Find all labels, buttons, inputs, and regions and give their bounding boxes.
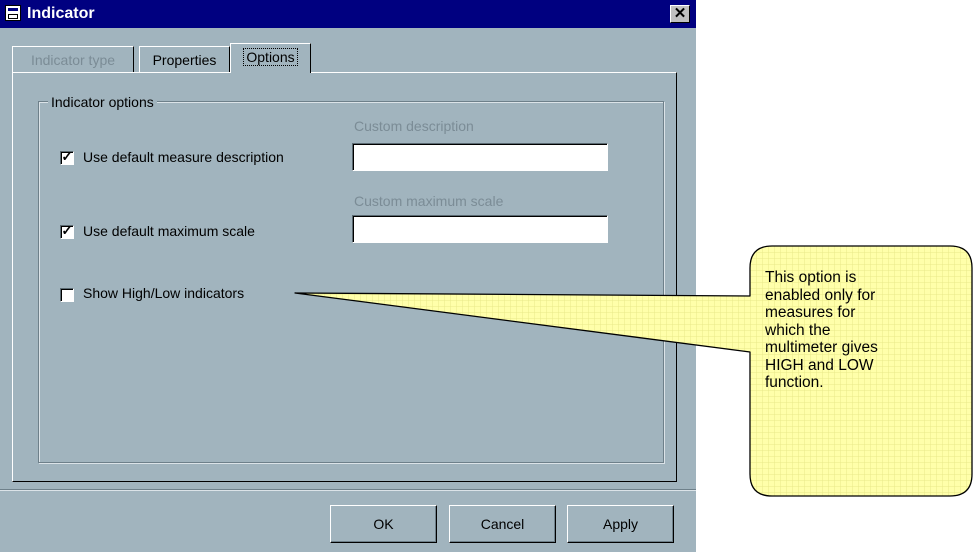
callout-line: measures for — [765, 304, 856, 321]
callout-line: HIGH and LOW — [765, 356, 874, 374]
callout-line: which the — [765, 321, 831, 339]
callout-line: multimeter gives — [765, 339, 878, 356]
tab-options[interactable]: Options — [230, 43, 311, 73]
callout-text: This option is enabled only for measures… — [765, 269, 950, 392]
callout-line: This option is — [765, 269, 857, 286]
callout-line: enabled only for — [765, 286, 876, 304]
callout-line: function. — [765, 374, 824, 391]
tab-options-label: Options — [243, 48, 298, 66]
